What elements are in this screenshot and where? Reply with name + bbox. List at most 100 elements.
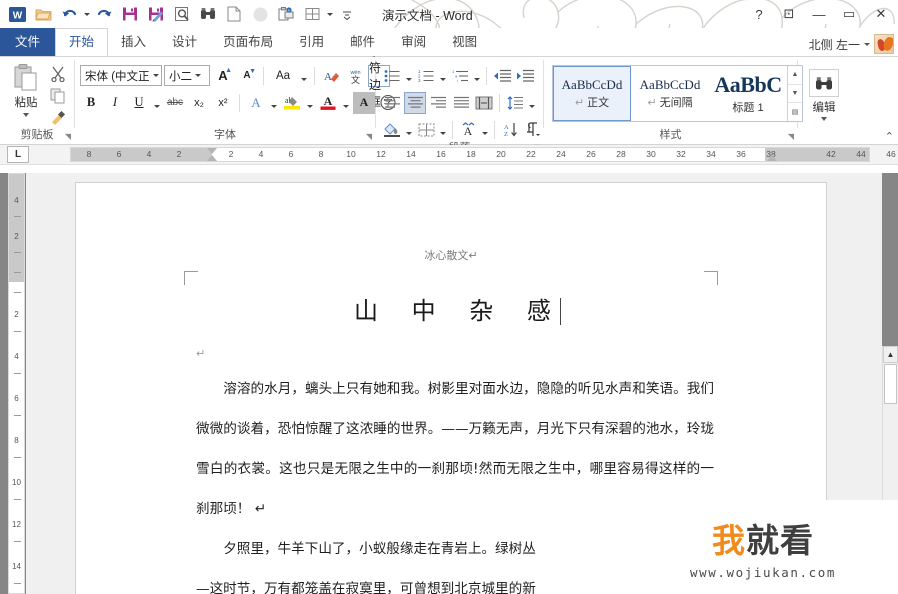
editing-button[interactable]: 编辑 bbox=[803, 65, 845, 121]
find-binoculars-icon[interactable] bbox=[195, 2, 221, 26]
clear-formatting-button[interactable]: A bbox=[320, 65, 342, 87]
borders-dropdown-icon[interactable] bbox=[438, 119, 448, 141]
line-spacing-button[interactable] bbox=[504, 92, 526, 114]
clipboard-dialog-launcher[interactable]: ◥ bbox=[65, 130, 71, 143]
tab-insert[interactable]: 插入 bbox=[108, 29, 159, 56]
maximize-button[interactable]: ▭ bbox=[834, 0, 864, 28]
align-center-button[interactable] bbox=[404, 91, 426, 114]
style-item-normal[interactable]: AaBbCcDd ↵ 正文 bbox=[553, 66, 631, 121]
tab-home[interactable]: 开始 bbox=[55, 28, 109, 56]
new-document-icon[interactable] bbox=[221, 2, 247, 26]
redo-icon[interactable] bbox=[91, 2, 117, 26]
tab-file[interactable]: 文件 bbox=[0, 28, 56, 56]
quick-access-toolbar[interactable]: W + bbox=[0, 2, 360, 26]
tab-page-layout[interactable]: 页面布局 bbox=[210, 29, 286, 56]
decrease-indent-button[interactable] bbox=[491, 65, 513, 87]
ribbon-tab-bar[interactable]: 文件 开始 插入 设计 页面布局 引用 邮件 审阅 视图 北侧 左一 bbox=[0, 28, 898, 56]
font-color-dropdown-icon[interactable] bbox=[341, 92, 351, 114]
font-dialog-launcher[interactable]: ◥ bbox=[366, 130, 372, 143]
shrink-font-button[interactable]: A ▼ bbox=[236, 65, 258, 87]
window-controls[interactable]: ? ⊡ — ▭ ✕ bbox=[744, 0, 898, 28]
font-color-button[interactable]: A bbox=[317, 92, 339, 114]
phonetic-guide-button[interactable]: wén 文 bbox=[344, 65, 366, 87]
paste-dropdown-icon[interactable] bbox=[23, 113, 29, 117]
italic-button[interactable]: I bbox=[104, 92, 126, 114]
chevron-down-icon[interactable] bbox=[195, 74, 201, 77]
ruler-strip[interactable]: 8 6 4 2 2 4 6 8 10 12 14 16 18 20 22 24 … bbox=[70, 147, 896, 162]
print-preview-icon[interactable] bbox=[169, 2, 195, 26]
shading-button[interactable] bbox=[381, 119, 403, 141]
underline-button[interactable]: U bbox=[128, 92, 150, 114]
strikethrough-button[interactable]: abc bbox=[164, 92, 186, 114]
multilevel-list-button[interactable]: 1ai bbox=[449, 65, 471, 87]
tab-review[interactable]: 审阅 bbox=[388, 29, 439, 56]
borders-button[interactable] bbox=[415, 119, 437, 141]
text-effects-button[interactable]: A bbox=[245, 92, 267, 114]
bullets-button[interactable] bbox=[381, 65, 403, 87]
minimize-button[interactable]: — bbox=[804, 0, 834, 28]
editing-dropdown-icon[interactable] bbox=[821, 117, 827, 121]
styles-dialog-launcher[interactable]: ◥ bbox=[788, 130, 794, 143]
account-area[interactable]: 北侧 左一 bbox=[809, 34, 894, 54]
character-shading-button[interactable]: A bbox=[353, 91, 375, 114]
underline-dropdown-icon[interactable] bbox=[152, 92, 162, 114]
font-size-combo[interactable]: 小二 bbox=[164, 65, 210, 86]
right-indent-marker[interactable] bbox=[767, 155, 777, 161]
tab-mailings[interactable]: 邮件 bbox=[337, 29, 388, 56]
vertical-ruler[interactable]: 4 2 2 4 6 8 10 12 14 bbox=[8, 173, 25, 594]
highlight-button[interactable]: ab bbox=[281, 92, 303, 114]
highlight-dropdown-icon[interactable] bbox=[305, 92, 315, 114]
change-case-dropdown-icon[interactable] bbox=[299, 65, 309, 87]
ribbon-display-options-button[interactable]: ⊡ bbox=[774, 0, 804, 28]
justify-button[interactable] bbox=[450, 92, 472, 114]
tab-view[interactable]: 视图 bbox=[439, 29, 490, 56]
open-folder-icon[interactable] bbox=[30, 2, 56, 26]
chevron-down-icon[interactable] bbox=[153, 74, 159, 77]
scrollbar-thumb[interactable] bbox=[884, 364, 897, 404]
undo-icon[interactable] bbox=[56, 2, 82, 26]
save-icon[interactable] bbox=[117, 2, 143, 26]
first-line-indent-marker[interactable] bbox=[207, 148, 217, 154]
copy-button[interactable] bbox=[47, 86, 69, 106]
numbering-button[interactable]: 123 bbox=[415, 65, 437, 87]
hanging-indent-marker[interactable] bbox=[207, 155, 217, 161]
paste-special-icon[interactable]: + bbox=[273, 2, 299, 26]
paste-button[interactable]: 粘贴 bbox=[5, 61, 47, 117]
scroll-up-icon[interactable]: ▲ bbox=[883, 346, 898, 363]
line-spacing-dropdown-icon[interactable] bbox=[527, 92, 537, 114]
sort-button[interactable]: AZ bbox=[499, 119, 521, 141]
bold-button[interactable]: B bbox=[80, 92, 102, 114]
collapse-ribbon-button[interactable]: ⌃ bbox=[885, 130, 894, 143]
multilevel-dropdown-icon[interactable] bbox=[472, 65, 482, 87]
style-item-no-spacing[interactable]: AaBbCcDd ↵ 无间隔 bbox=[631, 66, 709, 121]
subscript-button[interactable]: x₂ bbox=[188, 92, 210, 114]
help-button[interactable]: ? bbox=[744, 0, 774, 28]
horizontal-ruler[interactable]: L 8 6 4 2 2 4 6 8 10 12 14 16 18 20 22 2… bbox=[0, 145, 898, 165]
table-dropdown-icon[interactable] bbox=[325, 2, 334, 26]
asian-layout-dropdown-icon[interactable] bbox=[480, 119, 490, 141]
table-icon[interactable] bbox=[299, 2, 325, 26]
increase-indent-button[interactable] bbox=[514, 65, 536, 87]
distribute-button[interactable] bbox=[473, 92, 495, 114]
save-as-icon[interactable] bbox=[143, 2, 169, 26]
change-case-button[interactable]: Aa bbox=[269, 65, 297, 87]
undo-dropdown-icon[interactable] bbox=[82, 2, 91, 26]
tab-design[interactable]: 设计 bbox=[159, 29, 210, 56]
document-title[interactable]: 山 中 杂 感 bbox=[76, 291, 826, 326]
clipboard-small-buttons[interactable] bbox=[47, 61, 69, 128]
asian-layout-button[interactable]: A bbox=[457, 119, 479, 141]
show-formatting-marks-button[interactable] bbox=[522, 119, 544, 141]
customize-qat-icon[interactable] bbox=[334, 2, 360, 26]
align-right-button[interactable] bbox=[427, 92, 449, 114]
close-button[interactable]: ✕ bbox=[864, 0, 898, 28]
font-name-combo[interactable]: 宋体 (中文正3 bbox=[80, 65, 162, 86]
style-item-heading1[interactable]: AaBbC 标题 1 bbox=[709, 66, 787, 121]
text-effects-dropdown-icon[interactable] bbox=[269, 92, 279, 114]
numbering-dropdown-icon[interactable] bbox=[438, 65, 448, 87]
styles-gallery[interactable]: AaBbCcDd ↵ 正文 AaBbCcDd ↵ 无间隔 AaBbC 标题 1 … bbox=[552, 65, 803, 122]
superscript-button[interactable]: x² bbox=[212, 92, 234, 114]
format-painter-button[interactable] bbox=[47, 108, 69, 128]
account-dropdown-icon[interactable] bbox=[864, 42, 870, 46]
bullets-dropdown-icon[interactable] bbox=[404, 65, 414, 87]
document-header[interactable]: 冰心散文↵ bbox=[76, 247, 826, 263]
